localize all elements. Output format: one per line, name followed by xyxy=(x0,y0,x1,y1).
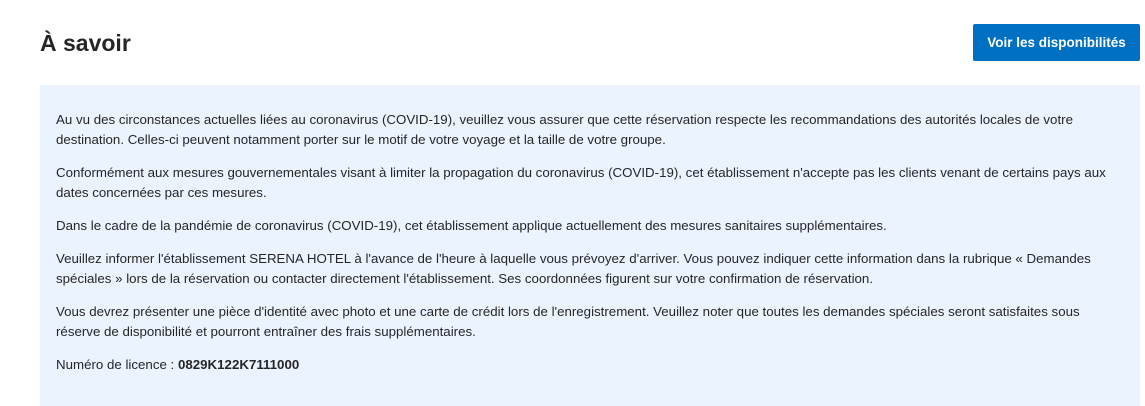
checkin-requirements-notice: Vous devrez présenter une pièce d'identi… xyxy=(56,304,1080,339)
license-line: Numéro de licence : 0829K122K7111000 xyxy=(56,355,1124,375)
license-label: Numéro de licence : xyxy=(56,357,175,372)
section-header: À savoir Voir les disponibilités xyxy=(40,24,1140,64)
license-number: 0829K122K7111000 xyxy=(177,357,300,372)
covid-travel-notice: Au vu des circonstances actuelles liées … xyxy=(56,112,1073,147)
arrival-time-notice: Veuillez informer l'établissement SERENA… xyxy=(56,251,1091,286)
good-to-know-panel: Au vu des circonstances actuelles liées … xyxy=(40,85,1140,406)
section-title: À savoir xyxy=(40,30,131,56)
see-availability-button[interactable]: Voir les disponibilités xyxy=(973,24,1140,61)
property-info-section: À savoir Voir les disponibilités Au vu d… xyxy=(0,0,1145,406)
covid-health-measures-notice: Dans le cadre de la pandémie de coronavi… xyxy=(56,218,887,233)
covid-entry-restriction-notice: Conformément aux mesures gouvernementale… xyxy=(56,165,1106,200)
